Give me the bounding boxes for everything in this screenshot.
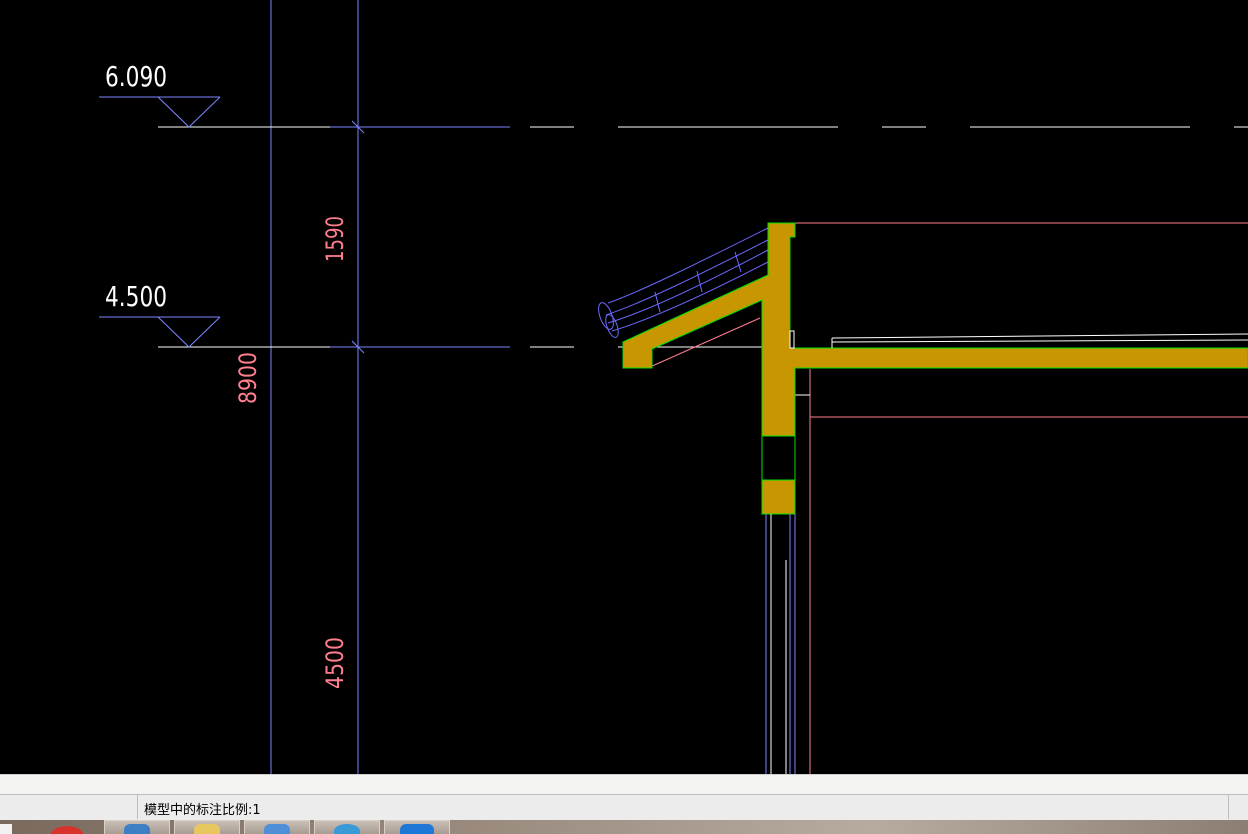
command-line-area[interactable]	[0, 774, 1248, 794]
roof-structure	[622, 222, 1248, 515]
annotation-scale-text: 模型中的标注比例:1	[144, 803, 261, 818]
elevation-marker-mid	[99, 316, 221, 348]
folder-icon	[194, 824, 220, 834]
download-icon	[400, 824, 434, 834]
taskbar-button-download[interactable]	[384, 820, 450, 834]
computer-icon	[124, 824, 150, 834]
taskbar-button-folder[interactable]	[174, 820, 240, 834]
elevation-label-mid: 4.500	[105, 280, 167, 313]
taskbar-button-mail[interactable]	[244, 820, 310, 834]
app-red-circle-icon[interactable]	[50, 826, 84, 834]
dimension-8900: 8900	[234, 352, 262, 404]
wall-lines	[765, 514, 796, 774]
elevation-label-top: 6.090	[105, 60, 167, 93]
mail-icon	[264, 824, 290, 834]
drawing-canvas[interactable]: 6.090 4.500 1590 8900 4500	[0, 0, 1248, 774]
cad-application-window: 6.090 4.500 1590 8900 4500 模型中的标注比例:1	[0, 0, 1248, 834]
status-bar: 模型中的标注比例:1	[0, 794, 1248, 820]
dimension-1590: 1590	[321, 216, 349, 262]
level-line-mid	[158, 340, 770, 354]
status-coordinates-panel	[0, 795, 138, 819]
floor-finish	[789, 330, 1248, 349]
start-fragment-icon[interactable]	[0, 824, 12, 834]
elevation-marker-top	[99, 96, 221, 128]
browser-icon	[334, 824, 360, 834]
taskbar-button-computer[interactable]	[104, 820, 170, 834]
dimension-4500: 4500	[321, 637, 349, 689]
level-line-top	[158, 120, 1248, 134]
taskbar	[0, 820, 1248, 834]
taskbar-button-browser[interactable]	[314, 820, 380, 834]
status-resize-grip[interactable]	[1228, 795, 1248, 819]
cad-drawing[interactable]: 6.090 4.500 1590 8900 4500	[0, 0, 1248, 774]
